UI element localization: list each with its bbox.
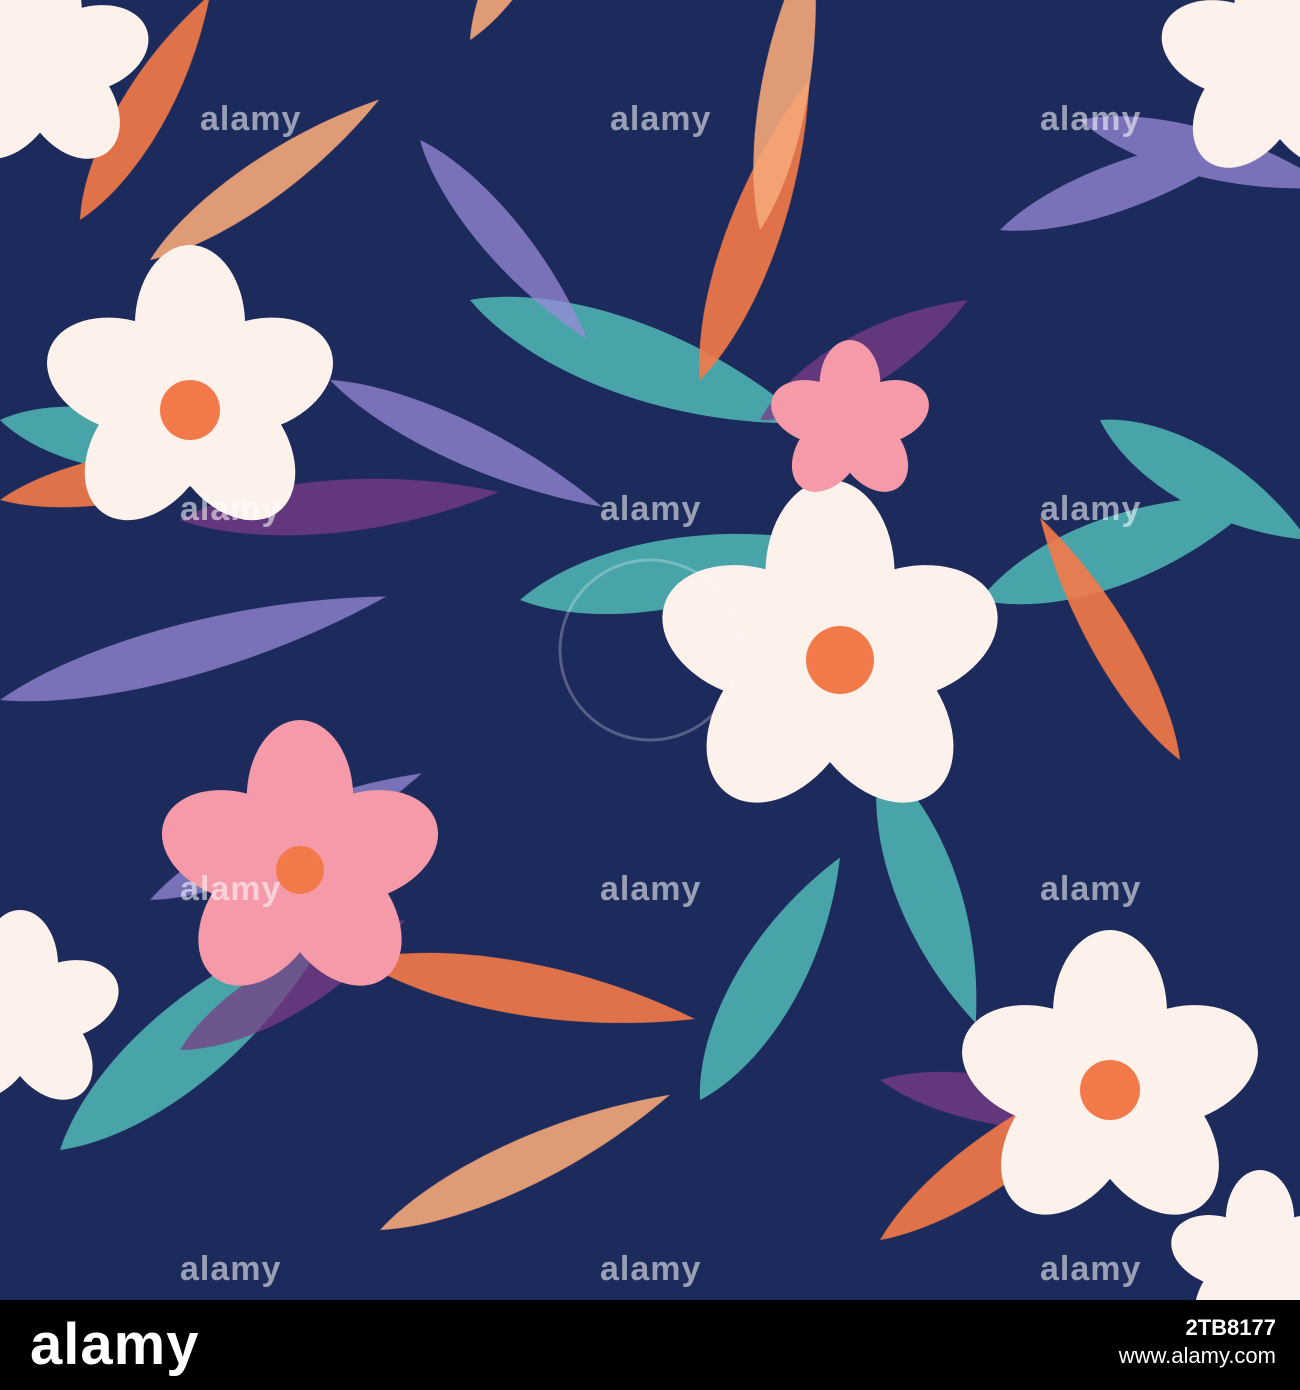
alamy-logo: alamy xyxy=(30,1312,200,1377)
site-url: www.alamy.com xyxy=(1118,1343,1276,1368)
tropical-floral-pattern-image xyxy=(0,0,1300,1300)
stock-footer-bar: alamy 2TB8177 www.alamy.com xyxy=(0,1300,1300,1390)
stock-photo-preview: alamy alamy alamy alamy alamy alamy alam… xyxy=(0,0,1300,1390)
image-id: 2TB8177 xyxy=(1185,1315,1276,1340)
image-meta: 2TB8177 www.alamy.com xyxy=(1119,1314,1276,1370)
